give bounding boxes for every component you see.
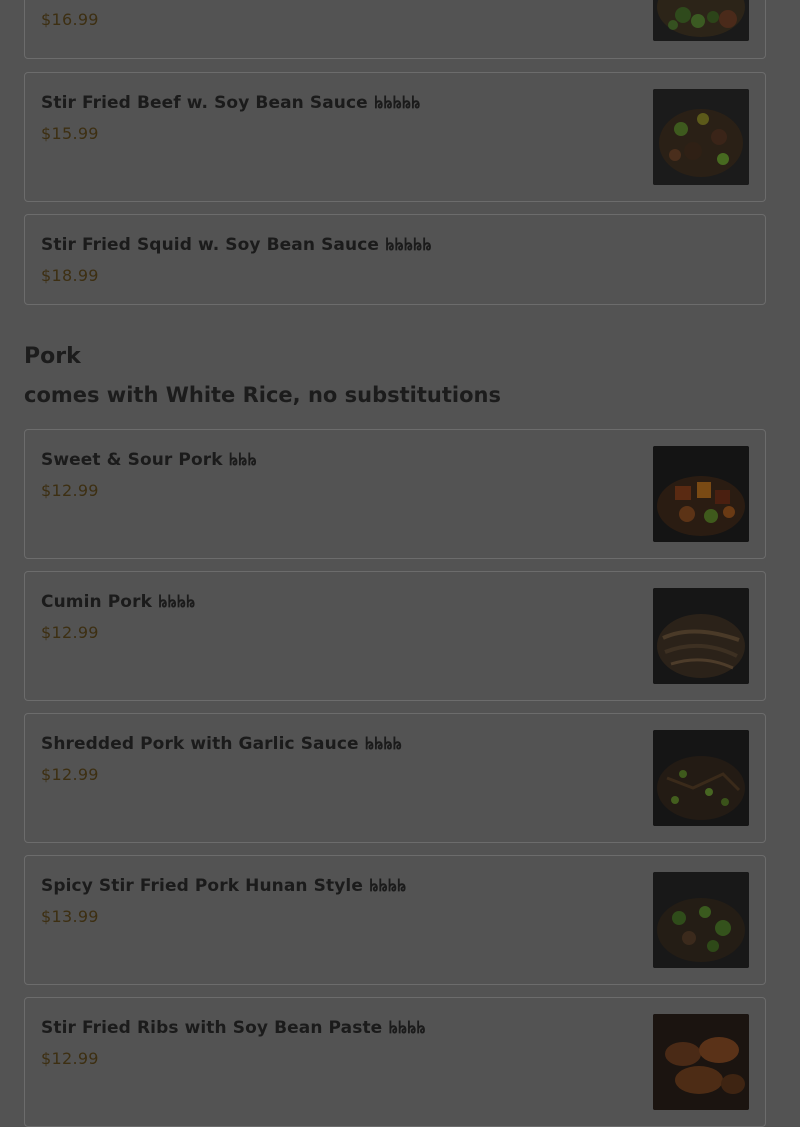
dish-photo bbox=[653, 730, 749, 826]
item-price: $12.99 bbox=[41, 481, 99, 500]
menu-item-card[interactable]: Spicy Stir Fried Pork Hunan Style 𖫂𖫂𖫂𖫂 $… bbox=[24, 855, 766, 985]
dish-photo bbox=[653, 872, 749, 968]
menu-item-card[interactable]: Stir Fried Squid w. Soy Bean Sauce 𖫂𖫂𖫂𖫂𖫂… bbox=[24, 214, 766, 305]
dish-photo bbox=[653, 446, 749, 542]
item-name: Stir Fried Ribs with Soy Bean Paste 𖫂𖫂𖫂𖫂 bbox=[41, 1018, 426, 1038]
item-price: $12.99 bbox=[41, 1049, 99, 1068]
section-subtitle: comes with White Rice, no substitutions bbox=[24, 383, 501, 407]
dish-photo bbox=[653, 1014, 749, 1110]
item-name: Stir Fried Beef w. Soy Bean Sauce 𖫂𖫂𖫂𖫂𖫂 bbox=[41, 93, 421, 113]
dish-photo bbox=[653, 588, 749, 684]
item-name: Cumin Pork 𖫂𖫂𖫂𖫂 bbox=[41, 592, 196, 612]
dish-photo bbox=[653, 89, 749, 185]
menu-item-card[interactable]: Stir Fried Ribs with Soy Bean Paste 𖫂𖫂𖫂𖫂… bbox=[24, 997, 766, 1127]
item-price: $13.99 bbox=[41, 907, 99, 926]
item-price: $18.99 bbox=[41, 266, 99, 285]
menu-item-card[interactable]: Shredded Pork with Garlic Sauce 𖫂𖫂𖫂𖫂 $12… bbox=[24, 713, 766, 843]
section-title: Pork bbox=[24, 344, 81, 369]
menu-item-card[interactable]: $16.99 bbox=[24, 0, 766, 59]
item-name: Stir Fried Squid w. Soy Bean Sauce 𖫂𖫂𖫂𖫂𖫂 bbox=[41, 235, 432, 255]
dish-photo bbox=[653, 0, 749, 41]
item-price: $15.99 bbox=[41, 124, 99, 143]
item-price: $16.99 bbox=[41, 10, 99, 29]
item-name: Spicy Stir Fried Pork Hunan Style 𖫂𖫂𖫂𖫂 bbox=[41, 876, 407, 896]
item-name: Sweet & Sour Pork 𖫂𖫂𖫂 bbox=[41, 450, 257, 470]
item-name: Shredded Pork with Garlic Sauce 𖫂𖫂𖫂𖫂 bbox=[41, 734, 402, 754]
item-price: $12.99 bbox=[41, 623, 99, 642]
item-price: $12.99 bbox=[41, 765, 99, 784]
menu-item-card[interactable]: Cumin Pork 𖫂𖫂𖫂𖫂 $12.99 bbox=[24, 571, 766, 701]
menu-item-card[interactable]: Stir Fried Beef w. Soy Bean Sauce 𖫂𖫂𖫂𖫂𖫂 … bbox=[24, 72, 766, 202]
menu-item-card[interactable]: Sweet & Sour Pork 𖫂𖫂𖫂 $12.99 bbox=[24, 429, 766, 559]
